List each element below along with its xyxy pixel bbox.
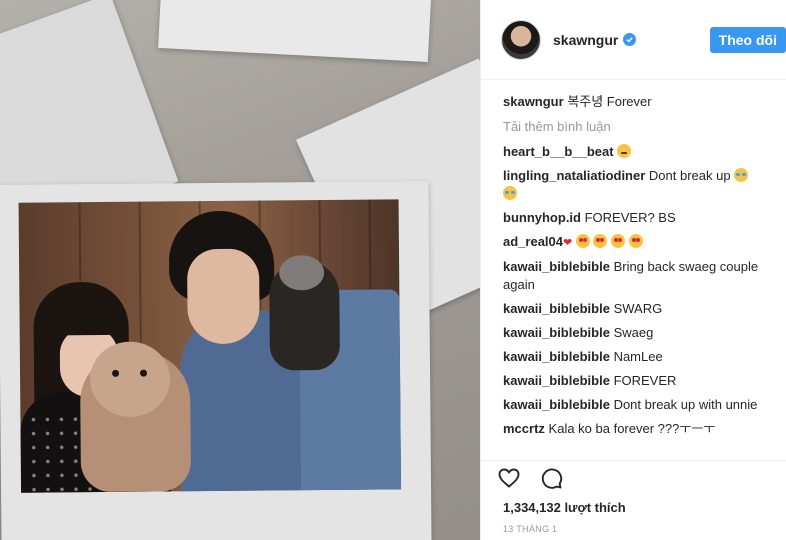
comment-username[interactable]: heart_b__b__beat bbox=[503, 144, 614, 159]
comment-username[interactable]: kawaii_biblebible bbox=[503, 259, 610, 274]
comment-item: kawaii_biblebible FOREVER bbox=[503, 372, 770, 390]
comment-item: kawaii_biblebible Dont break up with unn… bbox=[503, 396, 770, 414]
comment-username[interactable]: kawaii_biblebible bbox=[503, 373, 610, 388]
comment-text: SWARG bbox=[613, 301, 663, 316]
heart-outline-icon[interactable] bbox=[497, 466, 521, 493]
comment-text: FOREVER bbox=[613, 373, 677, 388]
caption-text: 복주녕 Forever bbox=[567, 94, 652, 109]
crying-face-emoji-icon bbox=[734, 168, 749, 182]
comment-text: Dont break up with unnie bbox=[613, 397, 758, 412]
post-header: skawngur Theo dõi bbox=[481, 0, 786, 80]
comment-item: kawaii_biblebible Bring back swaeg coupl… bbox=[503, 258, 770, 294]
comments-list: skawngur 복주녕 Forever Tải thêm bình luận … bbox=[481, 80, 786, 460]
load-more-comments-link[interactable]: Tải thêm bình luận bbox=[503, 119, 770, 134]
comment-username[interactable]: kawaii_biblebible bbox=[503, 349, 610, 364]
heart-eyes-emoji-icon bbox=[611, 234, 626, 248]
comment-text: Swaeg bbox=[613, 325, 654, 340]
comment-item: kawaii_biblebible Swaeg bbox=[503, 324, 770, 342]
heart-eyes-emoji-icon bbox=[575, 234, 590, 248]
comment-item: kawaii_biblebible NamLee bbox=[503, 348, 770, 366]
comment-item: bunnyhop.id FOREVER? BS bbox=[503, 209, 770, 227]
heart-eyes-emoji-icon bbox=[593, 234, 608, 248]
header-username[interactable]: skawngur bbox=[553, 32, 618, 48]
post-date[interactable]: 13 THÁNG 1 bbox=[481, 515, 786, 540]
comment-item: ad_real04❤ bbox=[503, 233, 770, 252]
post-side-panel: skawngur Theo dõi skawngur 복주녕 Forever T… bbox=[480, 0, 786, 540]
comment-username[interactable]: mccrtz bbox=[503, 421, 545, 436]
comment-item: lingling_nataliatiodiner Dont break up bbox=[503, 167, 770, 203]
red-heart-emoji-icon: ❤ bbox=[563, 237, 573, 249]
heart-eyes-emoji-icon bbox=[628, 234, 643, 248]
polaroid-main bbox=[0, 181, 432, 540]
comment-text: FOREVER? BS bbox=[584, 210, 676, 225]
post-caption: skawngur 복주녕 Forever bbox=[503, 93, 770, 111]
comment-username[interactable]: ad_real04 bbox=[503, 234, 563, 249]
comment-username[interactable]: bunnyhop.id bbox=[503, 210, 581, 225]
crying-face-emoji-icon bbox=[503, 186, 517, 200]
comment-text: Kala ko ba forever ???ㅜㅡㅜ bbox=[548, 421, 716, 436]
comment-username[interactable]: kawaii_biblebible bbox=[503, 397, 610, 412]
comment-text: NamLee bbox=[613, 349, 663, 364]
sad-face-emoji-icon bbox=[617, 144, 632, 158]
comment-text: Dont break up bbox=[648, 168, 731, 183]
like-count[interactable]: 1,334,132 lượt thích bbox=[481, 498, 786, 515]
caption-username[interactable]: skawngur bbox=[503, 94, 564, 109]
polaroid-picture bbox=[18, 199, 402, 493]
comment-bubble-icon[interactable] bbox=[539, 466, 563, 493]
comment-username[interactable]: kawaii_biblebible bbox=[503, 325, 610, 340]
comment-item: heart_b__b__beat bbox=[503, 143, 770, 161]
comment-item: kawaii_biblebible SWARG bbox=[503, 300, 770, 318]
verified-badge-icon bbox=[623, 33, 637, 46]
comment-item: mccrtz Kala ko ba forever ???ㅜㅡㅜ bbox=[503, 420, 770, 438]
avatar[interactable] bbox=[501, 19, 541, 60]
comment-username[interactable]: lingling_nataliatiodiner bbox=[503, 168, 645, 183]
post-photo[interactable] bbox=[0, 0, 480, 540]
comment-username[interactable]: kawaii_biblebible bbox=[503, 301, 610, 316]
post-actions bbox=[481, 460, 786, 498]
follow-button[interactable]: Theo dõi bbox=[709, 26, 786, 53]
